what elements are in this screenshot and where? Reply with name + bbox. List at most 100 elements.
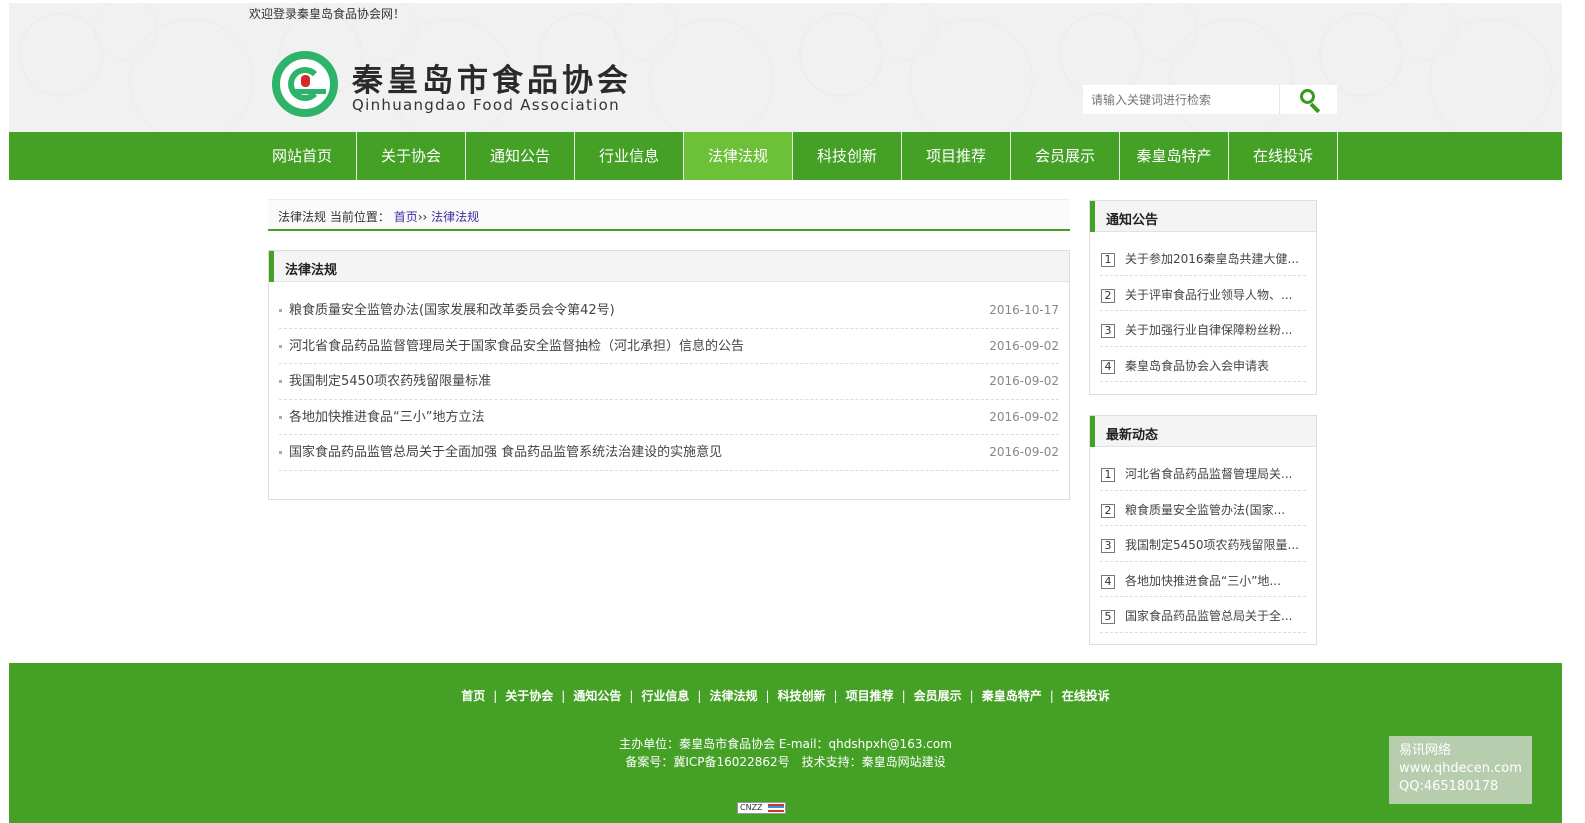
sidebar-item-number: 3: [1101, 324, 1115, 338]
nav-item[interactable]: 法律法规: [684, 132, 793, 180]
sidebar-item-number: 3: [1101, 539, 1115, 553]
footer-nav-separator: |: [561, 689, 566, 703]
news-list: 1 河北省食品药品监督管理局关... 2 粮食质量安全监管办法(国家... 3 我国制定5…: [1090, 447, 1316, 633]
nav-list: 网站首页 关于协会 通知公告 行业信息 法律法规 科技创新 项目推荐 会员展示 秦皇岛特产 在线投…: [248, 132, 1338, 180]
sidebar-list-item[interactable]: 1 河北省食品药品监督管理局关...: [1100, 455, 1306, 491]
sidebar-notices-title: 通知公告: [1106, 213, 1159, 228]
footer-nav-separator: |: [1049, 689, 1054, 703]
list-item-title[interactable]: 各地加快推进食品“三小”地方立法: [289, 400, 484, 435]
nav-item[interactable]: 行业信息: [575, 132, 684, 180]
list-item[interactable]: 国家食品药品监管总局关于全面加强 食品药品监管系统法治建设的实施意见 2016-0…: [279, 435, 1059, 471]
article-list-title: 法律法规: [285, 263, 338, 278]
search-input[interactable]: [1083, 85, 1277, 114]
bullet-icon: [279, 344, 282, 348]
bullet-icon: [279, 380, 282, 383]
sidebar-item-title[interactable]: 秦皇岛食品协会入会申请表: [1125, 357, 1305, 374]
nav-item[interactable]: 网站首页: [248, 132, 357, 180]
article-list-header: 法律法规: [269, 251, 1069, 282]
sidebar-item-number: 2: [1101, 503, 1115, 518]
list-item[interactable]: 各地加快推进食品“三小”地方立法 2016-09-02: [279, 400, 1059, 435]
list-item-date: 2016-10-17: [989, 303, 1059, 317]
breadcrumb-label: 当前位置：: [329, 210, 390, 224]
sidebar-item-title[interactable]: 各地加快推进食品“三小”地...: [1125, 572, 1305, 589]
breadcrumb-section: 法律法规: [278, 210, 327, 224]
list-item-date: 2016-09-02: [989, 374, 1059, 388]
sidebar-news: 最新动态 1 河北省食品药品监督管理局关... 2 粮食质量安全监管办法(国家... 3…: [1089, 415, 1317, 645]
search-box: [1083, 85, 1337, 114]
sidebar-list-item[interactable]: 1 关于参加2016秦皇岛共建大健...: [1100, 240, 1306, 276]
sidebar-list-item[interactable]: 3 关于加强行业自律保障粉丝粉...: [1100, 311, 1306, 347]
watermark-overlay: 易讯网络 www.qhdecen.com QQ:465180178: [1389, 736, 1532, 804]
footer-nav-link[interactable]: 会员展示: [914, 689, 962, 703]
main-nav: 网站首页 关于协会 通知公告 行业信息 法律法规 科技创新 项目推荐 会员展示 秦皇岛特产 在线投…: [9, 132, 1562, 180]
footer-nav-link[interactable]: 科技创新: [778, 689, 826, 703]
list-item-date: 2016-09-02: [989, 409, 1059, 424]
sidebar-notices: 通知公告 1 关于参加2016秦皇岛共建大健... 2 关于评审食品行业领导人物、..…: [1089, 200, 1317, 395]
nav-item[interactable]: 秦皇岛特产: [1120, 132, 1229, 180]
article-list-box: 法律法规 粮食质量安全监管办法(国家发展和改革委员会令第42号) 2016-10-…: [268, 250, 1070, 500]
watermark-line3: QQ:465180178: [1399, 779, 1499, 794]
cnzz-badge[interactable]: CNZZ: [737, 802, 786, 814]
nav-item[interactable]: 科技创新: [793, 132, 902, 180]
footer-nav-separator: |: [901, 689, 906, 703]
footer-nav-link[interactable]: 通知公告: [573, 689, 621, 703]
sidebar-item-title[interactable]: 国家食品药品监管总局关于全...: [1125, 607, 1305, 624]
list-item[interactable]: 粮食质量安全监管办法(国家发展和改革委员会令第42号) 2016-10-17: [279, 293, 1059, 329]
footer-nav-separator: |: [765, 689, 770, 703]
list-item-title[interactable]: 国家食品药品监管总局关于全面加强 食品药品监管系统法治建设的实施意见: [289, 435, 722, 470]
sidebar-item-number: 4: [1101, 574, 1115, 589]
footer-nav-link[interactable]: 秦皇岛特产: [982, 689, 1042, 703]
sidebar-list-item[interactable]: 2 粮食质量安全监管办法(国家...: [1100, 491, 1306, 526]
watermark-line1: 易讯网络: [1399, 743, 1452, 758]
nav-item[interactable]: 项目推荐: [902, 132, 1011, 180]
footer-nav-link[interactable]: 在线投诉: [1062, 689, 1110, 703]
footer-nav-separator: |: [493, 689, 498, 703]
sidebar-item-title[interactable]: 我国制定5450项农药残留限量...: [1125, 536, 1305, 553]
logo-emblem-icon: [272, 51, 338, 117]
footer-nav-link[interactable]: 行业信息: [641, 689, 689, 703]
sidebar-item-title[interactable]: 河北省食品药品监督管理局关...: [1125, 465, 1305, 482]
sidebar-list-item[interactable]: 4 秦皇岛食品协会入会申请表: [1100, 347, 1306, 382]
sidebar-list-item[interactable]: 3 我国制定5450项农药残留限量...: [1100, 526, 1306, 562]
footer-nav-link[interactable]: 关于协会: [505, 689, 553, 703]
site-footer: 首页 | 关于协会 | 通知公告 | 行业信息 | 法律法规 | 科技创新 | 项目推荐 | 会员展示 | 秦皇…: [9, 663, 1562, 823]
bullet-icon: [279, 309, 282, 312]
sidebar-item-number: 4: [1101, 359, 1115, 374]
logo-chinese-name: 秦皇岛市食品协会: [352, 63, 632, 99]
sidebar-item-number: 1: [1101, 468, 1115, 482]
footer-host-info: 主办单位：秦皇岛市食品协会 E-mail：qhdshpxh@163.com: [619, 737, 952, 751]
nav-item[interactable]: 会员展示: [1011, 132, 1120, 180]
list-item-title[interactable]: 河北省食品药品监督管理局关于国家食品安全监督抽检（河北承担）信息的公告: [289, 329, 744, 364]
list-item-date: 2016-09-02: [989, 338, 1059, 353]
list-item[interactable]: 河北省食品药品监督管理局关于国家食品安全监督抽检（河北承担）信息的公告 2016-…: [279, 329, 1059, 364]
footer-nav-link[interactable]: 首页: [461, 689, 485, 703]
breadcrumb-current-link[interactable]: 法律法规: [431, 210, 479, 224]
sidebar-item-title[interactable]: 关于评审食品行业领导人物、...: [1125, 286, 1305, 303]
nav-item[interactable]: 关于协会: [357, 132, 466, 180]
breadcrumb-home-link[interactable]: 首页: [394, 210, 418, 224]
bullet-icon: [279, 451, 282, 454]
footer-nav-link[interactable]: 项目推荐: [846, 689, 894, 703]
notice-list: 1 关于参加2016秦皇岛共建大健... 2 关于评审食品行业领导人物、... 3 关于加…: [1090, 232, 1316, 382]
sidebar-item-title[interactable]: 粮食质量安全监管办法(国家...: [1125, 501, 1305, 518]
footer-nav-link[interactable]: 法律法规: [709, 689, 757, 703]
nav-item[interactable]: 通知公告: [466, 132, 575, 180]
footer-nav-separator: |: [697, 689, 702, 703]
search-button[interactable]: [1279, 85, 1337, 114]
sidebar-item-title[interactable]: 关于参加2016秦皇岛共建大健...: [1125, 250, 1305, 267]
list-item[interactable]: 我国制定5450项农药残留限量标准 2016-09-02: [279, 364, 1059, 400]
list-item-title[interactable]: 我国制定5450项农药残留限量标准: [289, 364, 491, 399]
article-list: 粮食质量安全监管办法(国家发展和改革委员会令第42号) 2016-10-17 河北省…: [279, 293, 1059, 471]
sidebar-item-number: 2: [1101, 288, 1115, 303]
site-header: 欢迎登录秦皇岛食品协会网！ 秦皇岛市食品协会 Qinhuangdao Food …: [9, 3, 1562, 132]
site-logo[interactable]: 秦皇岛市食品协会 Qinhuangdao Food Association: [272, 51, 632, 121]
sidebar-list-item[interactable]: 5 国家食品药品监管总局关于全...: [1100, 597, 1306, 633]
nav-item[interactable]: 在线投诉: [1229, 132, 1338, 180]
sidebar-list-item[interactable]: 2 关于评审食品行业领导人物、...: [1100, 276, 1306, 311]
sidebar-item-title[interactable]: 关于加强行业自律保障粉丝粉...: [1125, 321, 1305, 338]
list-item-date: 2016-09-02: [989, 445, 1059, 459]
footer-nav-separator: |: [629, 689, 634, 703]
sidebar-item-number: 5: [1101, 610, 1115, 624]
list-item-title[interactable]: 粮食质量安全监管办法(国家发展和改革委员会令第42号): [289, 293, 615, 328]
sidebar-list-item[interactable]: 4 各地加快推进食品“三小”地...: [1100, 562, 1306, 597]
